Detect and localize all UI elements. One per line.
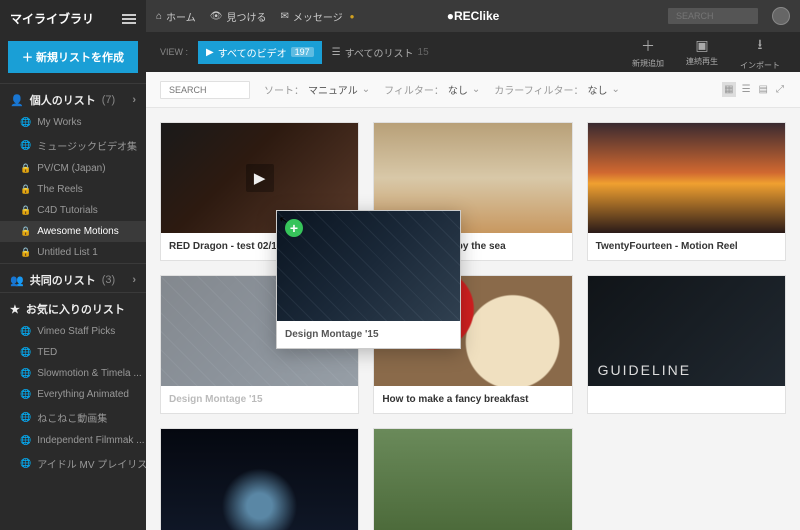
mail-icon: ✉ [280,11,288,22]
import-button[interactable]: ⭳インポート [734,34,786,71]
video-thumb [588,123,785,233]
sidebar-section-personal[interactable]: 👤 個人のリスト (7) › [0,83,146,112]
video-card[interactable]: TwentyFourteen - Motion Reel [587,122,786,261]
sidebar-section-shared[interactable]: 👥 共同のリスト (3) › [0,263,146,292]
lock-icon: 🔒 [20,247,31,258]
cursor-arrow-icon: ↖ [277,212,290,228]
nav-messages[interactable]: ✉メッセージ● [280,9,354,24]
topbar: ⌂ホーム 👁見つける ✉メッセージ● ●REClike [146,0,800,32]
grid-search-input[interactable] [160,81,250,99]
add-badge-icon: + [285,219,303,237]
sidebar-item[interactable]: 🔒C4D Tutorials [0,200,146,221]
lock-icon: 🔒 [20,205,31,216]
sidebar-item[interactable]: 🌐ねこねこ動画集 [0,405,146,430]
video-thumb [161,429,358,530]
video-thumb [588,276,785,386]
video-title: TwentyFourteen - Motion Reel [588,233,785,260]
viewbar: VIEW : ▶ すべてのビデオ 197 ☰ すべてのリスト 15 ＋新規追加 … [146,32,800,72]
continuous-play-button[interactable]: ▣連続再生 [680,37,724,67]
sidebar: マイライブラリ ＋ 新規リストを作成 👤 個人のリスト (7) › 🌐My Wo… [0,0,146,530]
nav-home[interactable]: ⌂ホーム [156,9,196,24]
eye-icon: 👁 [210,11,223,22]
drag-thumb: ↖ + [277,211,460,321]
view-all-videos[interactable]: ▶ すべてのビデオ 197 [198,41,322,64]
avatar[interactable] [772,7,790,25]
sidebar-item[interactable]: 🔒PV/CM (Japan) [0,158,146,179]
hamburger-icon[interactable] [122,14,136,24]
user-icon: 👤 [10,94,24,107]
download-icon: ⭳ [758,34,763,58]
list-icon: ☰ [332,47,341,58]
lock-icon: 🔒 [20,226,31,237]
globe-icon: 🌐 [20,347,31,358]
globe-icon: 🌐 [20,117,31,128]
sidebar-item[interactable]: 🌐アイドル MV プレイリスト [0,451,146,476]
filterbar: ソート： マニュアル ⌄ フィルター： なし ⌄ カラーフィルター： なし ⌄ … [146,72,800,108]
view-all-lists[interactable]: ☰ すべてのリスト 15 [332,45,429,60]
chevron-down-icon: ⌄ [472,84,480,95]
video-thumb [374,429,571,530]
list-view-icon[interactable]: ☰ [740,82,753,97]
video-card[interactable] [587,275,786,414]
star-icon: ★ [10,303,20,316]
globe-icon: 🌐 [20,140,31,151]
expand-icon[interactable]: ⤢ [774,82,786,97]
chevron-down-icon: ⌄ [362,84,370,95]
chevron-right-icon: › [132,274,136,286]
sidebar-item[interactable]: 🌐Slowmotion & Timela ... [0,363,146,384]
camera-icon: ▶ [206,47,214,58]
view-label: VIEW : [160,47,188,57]
app-title: ●REClike [447,9,500,23]
drag-preview-card[interactable]: ↖ + Design Montage '15 [276,210,461,349]
compact-view-icon[interactable]: ▤ [757,82,770,97]
sidebar-item[interactable]: 🌐Everything Animated [0,384,146,405]
globe-icon: 🌐 [20,326,31,337]
users-icon: 👥 [10,274,24,287]
play-overlay-icon[interactable]: ▶ [246,164,274,192]
grid-view-icon[interactable]: ▦ [722,82,735,97]
nav-discover[interactable]: 👁見つける [210,9,267,24]
sidebar-section-favorites[interactable]: ★ お気に入りのリスト [0,292,146,321]
sort-dropdown[interactable]: ソート： マニュアル ⌄ [264,82,370,97]
globe-icon: 🌐 [20,435,31,446]
search-input[interactable] [668,8,758,24]
new-list-button[interactable]: ＋ 新規リストを作成 [8,41,138,73]
sidebar-item[interactable]: 🌐ミュージックビデオ集 [0,133,146,158]
chevron-right-icon: › [132,94,136,106]
view-toggle: ▦ ☰ ▤ ⤢ [722,82,786,97]
plus-icon: ＋ [641,36,655,56]
sidebar-item[interactable]: 🔒The Reels [0,179,146,200]
play-icon: ▣ [695,37,708,54]
video-card[interactable] [373,428,572,530]
video-title: How to make a fancy breakfast [374,386,571,413]
sidebar-item[interactable]: 🔒Untitled List 1 [0,242,146,263]
globe-icon: 🌐 [20,368,31,379]
sidebar-item[interactable]: 🌐Vimeo Staff Picks [0,321,146,342]
video-card[interactable] [160,428,359,530]
sidebar-title: マイライブラリ [10,10,94,27]
notification-dot-icon: ● [350,12,355,21]
lock-icon: 🔒 [20,163,31,174]
home-icon: ⌂ [156,11,162,22]
sidebar-item[interactable]: 🌐Independent Filmmak ... [0,430,146,451]
video-title: Design Montage '15 [161,386,358,413]
sidebar-header: マイライブラリ [0,0,146,37]
video-grid: ▶ RED Dragon - test 02/18 Cat in the tow… [160,122,786,530]
filter-dropdown[interactable]: フィルター： なし ⌄ [384,82,480,97]
drag-title: Design Montage '15 [277,321,460,348]
globe-icon: 🌐 [20,389,31,400]
sidebar-item[interactable]: 🌐TED [0,342,146,363]
color-filter-dropdown[interactable]: カラーフィルター： なし ⌄ [494,82,620,97]
sidebar-item-active[interactable]: 🔒Awesome Motions [0,221,146,242]
add-button[interactable]: ＋新規追加 [626,36,670,69]
globe-icon: 🌐 [20,412,31,423]
main: ⌂ホーム 👁見つける ✉メッセージ● ●REClike VIEW : ▶ すべて… [146,0,800,530]
sidebar-item[interactable]: 🌐My Works [0,112,146,133]
globe-icon: 🌐 [20,458,31,469]
chevron-down-icon: ⌄ [612,84,620,95]
grid-wrap[interactable]: ▶ RED Dragon - test 02/18 Cat in the tow… [146,108,800,530]
lock-icon: 🔒 [20,184,31,195]
